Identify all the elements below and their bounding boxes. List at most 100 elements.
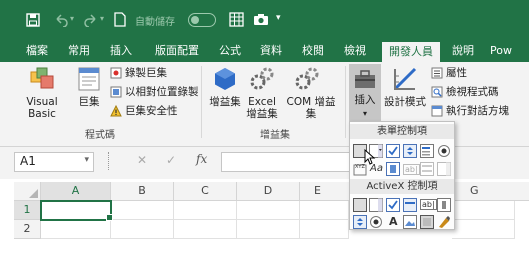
activex-controls-header: ActiveX 控制項	[350, 179, 454, 194]
activex-button-icon[interactable]	[353, 198, 367, 212]
activex-label-icon[interactable]: A	[389, 215, 398, 228]
com-addins-icon[interactable]	[294, 66, 320, 92]
macros-button[interactable]: 巨集	[72, 96, 106, 108]
activex-toggle-button-icon[interactable]	[420, 215, 434, 229]
macros-icon[interactable]	[77, 66, 101, 92]
tab-home[interactable]: 常用	[60, 40, 98, 62]
enter-icon[interactable]: ✓	[166, 153, 176, 167]
activex-text-box-icon[interactable]: ab|	[420, 199, 437, 210]
option-button-icon[interactable]	[437, 144, 451, 158]
design-mode-icon[interactable]	[392, 66, 418, 92]
formula-input[interactable]	[221, 152, 353, 172]
combo-dropdown-edit-icon[interactable]	[437, 162, 451, 176]
cell[interactable]	[452, 201, 515, 220]
activex-option-button-icon[interactable]	[369, 215, 383, 229]
autosave-toggle[interactable]	[188, 13, 216, 27]
com-addins-button[interactable]: COM 增益集	[282, 96, 340, 120]
activex-image-icon[interactable]	[403, 215, 417, 229]
active-cell-a1[interactable]	[40, 200, 112, 221]
cancel-icon[interactable]: ✕	[137, 153, 147, 167]
relative-refs-button[interactable]: 以相對位置錄製	[125, 85, 199, 99]
row-header-1[interactable]: 1	[14, 201, 42, 220]
properties-button[interactable]: 屬性	[446, 66, 467, 80]
insert-label: 插入	[354, 94, 376, 106]
redo-dropdown-icon[interactable]: ▾	[100, 14, 104, 23]
addins-icon[interactable]	[213, 67, 237, 91]
cell[interactable]	[174, 201, 237, 220]
run-dialog-icon	[431, 105, 443, 117]
record-macro-button[interactable]: 錄製巨集	[125, 66, 167, 80]
select-all-button[interactable]	[14, 182, 41, 201]
column-header-c[interactable]: C	[174, 182, 237, 201]
formula-bar-grip[interactable]	[108, 152, 111, 170]
name-box[interactable]: A1 ▾	[14, 152, 94, 172]
tab-file[interactable]: 檔案	[18, 40, 56, 62]
activex-scroll-bar-icon[interactable]	[437, 198, 451, 212]
activex-list-box-icon[interactable]	[403, 198, 417, 212]
design-mode-button[interactable]: 設計模式	[384, 96, 426, 108]
cell[interactable]	[300, 220, 349, 239]
cell[interactable]	[237, 220, 300, 239]
text-field-control-icon[interactable]: ab|	[403, 164, 420, 175]
tab-developer[interactable]: 開發人員	[382, 42, 440, 62]
visual-basic-button[interactable]: Visual Basic	[12, 96, 72, 120]
table-icon[interactable]	[229, 12, 244, 27]
insert-button[interactable]: 插入 ▾	[349, 64, 381, 122]
run-dialog-button[interactable]: 執行對話方塊	[446, 104, 529, 118]
column-header-b[interactable]: B	[111, 182, 174, 201]
cell[interactable]	[111, 220, 174, 239]
cell[interactable]	[174, 220, 237, 239]
view-code-icon	[431, 86, 443, 98]
autosave-label: 自動儲存	[135, 17, 175, 28]
excel-addins-icon[interactable]	[249, 66, 275, 92]
insert-controls-dropdown: 表單控制項 XYZ Aa ab| ActiveX 控制項 ab| A	[349, 121, 455, 230]
activex-checkbox-icon[interactable]	[386, 198, 400, 212]
tab-insert[interactable]: 插入	[102, 40, 140, 62]
tab-data[interactable]: 資料	[252, 40, 290, 62]
macro-security-button[interactable]: 巨集安全性	[125, 104, 178, 118]
activex-combo-box-icon[interactable]	[369, 198, 383, 212]
cell[interactable]	[111, 201, 174, 220]
visual-basic-icon[interactable]	[29, 66, 55, 92]
tab-page-layout[interactable]: 版面配置	[144, 40, 210, 62]
combo-list-edit-icon[interactable]	[420, 162, 434, 176]
cell[interactable]	[300, 201, 349, 220]
new-file-icon[interactable]	[114, 12, 126, 27]
fx-icon[interactable]: fx	[196, 152, 207, 166]
undo-icon[interactable]	[54, 13, 68, 27]
tab-view[interactable]: 檢視	[336, 40, 374, 62]
chevron-down-icon[interactable]: ▾	[84, 155, 89, 165]
tab-power-pivot[interactable]: Pow	[490, 40, 529, 62]
properties-icon	[431, 67, 443, 79]
tab-help[interactable]: 說明	[444, 40, 482, 62]
form-controls-header: 表單控制項	[350, 124, 454, 139]
cell[interactable]	[452, 220, 515, 239]
view-code-button[interactable]: 檢視程式碼	[446, 85, 499, 99]
spin-button-icon[interactable]	[403, 144, 417, 158]
camera-icon[interactable]	[253, 13, 269, 26]
fill-handle[interactable]	[106, 214, 113, 221]
cell[interactable]	[41, 220, 111, 239]
cell[interactable]	[237, 201, 300, 220]
column-header-g[interactable]: G	[452, 182, 529, 201]
code-group-label: 程式碼	[85, 130, 115, 141]
activex-spin-button-icon[interactable]	[353, 215, 367, 229]
chevron-down-icon: ▾	[362, 109, 367, 118]
addins-group-label: 增益集	[260, 130, 290, 141]
column-header-d[interactable]: D	[237, 182, 300, 201]
redo-icon[interactable]	[84, 13, 98, 27]
save-icon[interactable]	[26, 13, 40, 27]
checkbox-icon[interactable]	[386, 144, 400, 158]
row-header-2[interactable]: 2	[14, 220, 41, 239]
tab-review[interactable]: 校閱	[294, 40, 332, 62]
name-box-value: A1	[20, 154, 36, 168]
tab-formulas[interactable]: 公式	[212, 40, 248, 62]
excel-addins-button[interactable]: Excel 增益集	[244, 96, 280, 120]
column-header-a[interactable]: A	[41, 182, 111, 202]
customize-toolbar-icon[interactable]: ▾	[276, 13, 281, 23]
undo-dropdown-icon[interactable]: ▾	[70, 14, 74, 23]
more-controls-icon[interactable]	[437, 215, 451, 229]
list-box-icon[interactable]	[420, 144, 434, 158]
scroll-bar-icon[interactable]	[386, 162, 400, 176]
addins-button[interactable]: 增益集	[209, 96, 241, 108]
